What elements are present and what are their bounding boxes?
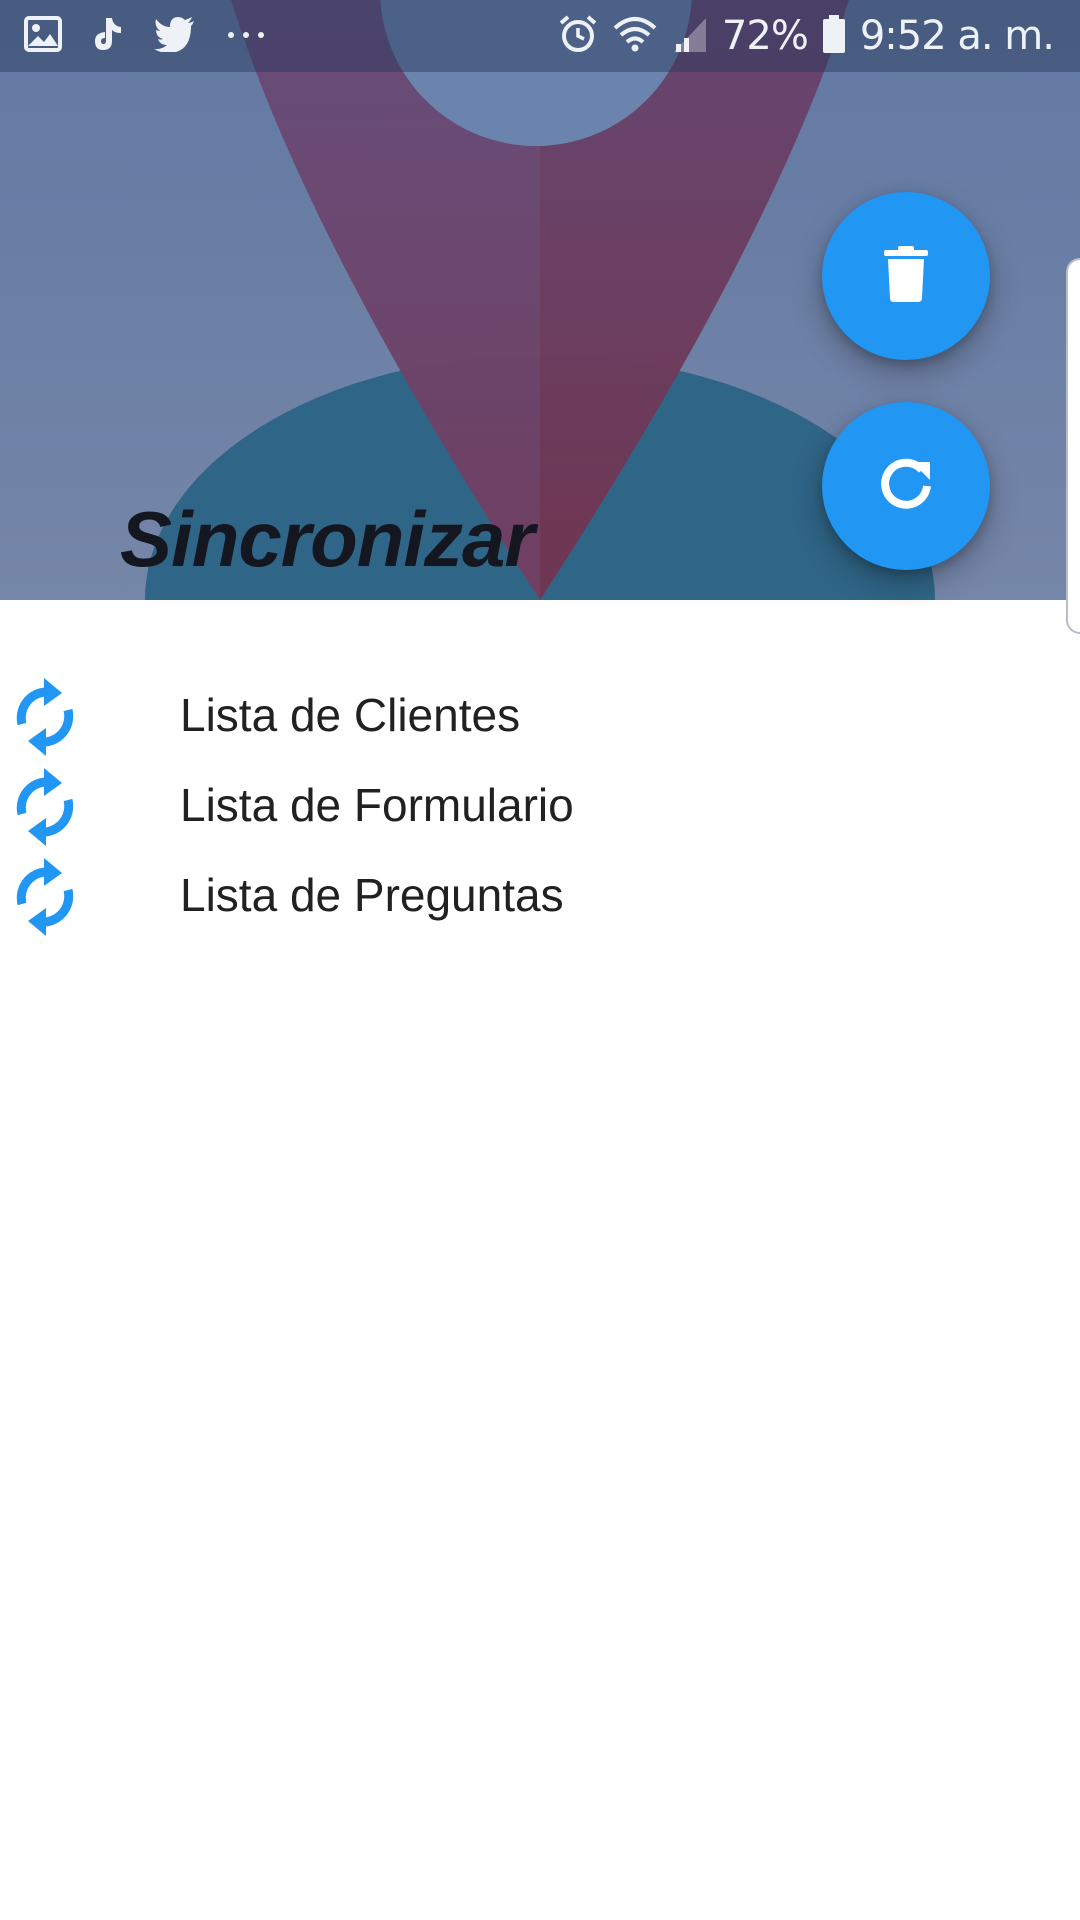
list-item-label: Lista de Formulario	[180, 779, 574, 831]
sync-icon[interactable]	[10, 676, 80, 758]
list-item-label: Lista de Clientes	[180, 689, 521, 741]
list-item-clientes[interactable]: Lista de Clientes	[0, 672, 1080, 762]
sync-icon[interactable]	[10, 856, 80, 938]
more-dots-icon	[226, 27, 266, 45]
battery-percent: 72%	[721, 13, 809, 59]
alarm-icon	[558, 14, 598, 59]
gallery-icon	[24, 15, 62, 57]
tiktok-icon	[92, 16, 124, 57]
list-item-preguntas[interactable]: Lista de Preguntas	[0, 852, 1080, 942]
sync-list: Lista de Clientes Lista de Formulario Li…	[0, 672, 1080, 942]
edge-panel-handle[interactable]	[1066, 258, 1080, 634]
list-item-formulario[interactable]: Lista de Formulario	[0, 762, 1080, 852]
refresh-icon	[878, 456, 934, 517]
page-title: Sincronizar	[120, 495, 535, 583]
signal-icon	[672, 14, 708, 59]
list-item-label: Lista de Preguntas	[180, 869, 564, 921]
wifi-icon	[612, 14, 658, 59]
sync-icon[interactable]	[10, 766, 80, 848]
delete-button[interactable]	[822, 192, 990, 360]
battery-icon	[822, 14, 846, 59]
refresh-button[interactable]	[822, 402, 990, 570]
twitter-icon	[154, 16, 196, 57]
status-bar: 72% 9:52 a. m.	[0, 0, 1080, 72]
trash-icon	[884, 245, 928, 307]
clock-time: 9:52 a. m.	[859, 13, 1055, 59]
